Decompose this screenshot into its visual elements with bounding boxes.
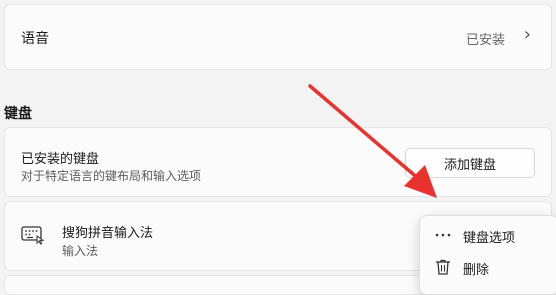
more-icon (435, 233, 451, 237)
add-keyboard-button[interactable]: 添加键盘 (405, 148, 535, 178)
ime-subtitle: 输入法 (62, 244, 99, 258)
speech-row[interactable]: 语音 已安装 › (4, 4, 552, 70)
keyboard-options-label: 键盘选项 (463, 231, 516, 246)
trash-icon (436, 259, 450, 275)
speech-title: 语音 (21, 31, 49, 47)
delete-label: 删除 (463, 263, 490, 278)
ime-name: 搜狗拼音输入法 (62, 226, 154, 241)
keyboard-section-title: 键盘 (4, 106, 32, 122)
keyboard-options-menu-item[interactable]: 键盘选项 (420, 220, 556, 250)
installed-keyboards-card: 已安装的键盘 对于特定语言的键布局和输入选项 添加键盘 (4, 127, 552, 197)
installed-keyboards-subtitle: 对于特定语言的键布局和输入选项 (21, 169, 202, 183)
ime-context-menu: 键盘选项 删除 (419, 215, 556, 295)
installed-keyboards-title: 已安装的键盘 (21, 152, 100, 167)
delete-menu-item[interactable]: 删除 (420, 252, 556, 282)
chevron-right-icon: › (523, 24, 531, 45)
speech-status: 已安装 (465, 33, 505, 48)
keyboard-icon (21, 226, 45, 245)
